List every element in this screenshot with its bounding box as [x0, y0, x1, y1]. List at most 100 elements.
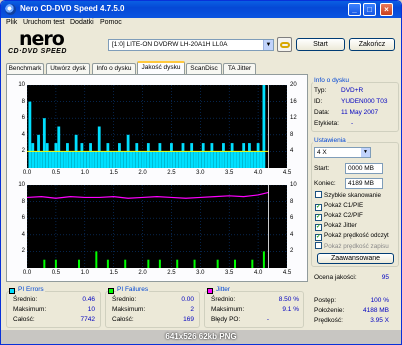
- checkbox-checked[interactable]: ✓: [315, 214, 322, 221]
- pie-bar: [86, 151, 90, 168]
- option-show-pie[interactable]: ✓ Pokaż C1/PIE: [315, 202, 363, 211]
- tab-disc-quality[interactable]: Jakość dysku: [137, 61, 185, 74]
- y2-tick-label: 2: [290, 248, 294, 255]
- start-field[interactable]: 0000 MB: [345, 163, 383, 174]
- checkbox-checked[interactable]: ✓: [315, 204, 322, 211]
- option-quick-scan[interactable]: Szybkie skanowanie: [315, 191, 381, 200]
- end-field[interactable]: 4189 MB: [345, 178, 383, 189]
- maximize-button[interactable]: □: [363, 3, 376, 16]
- chain-link-icon: [280, 42, 290, 48]
- pi-errors-legend-swatch: [9, 288, 15, 294]
- chevron-down-icon[interactable]: ▼: [361, 148, 370, 157]
- pie-bar: [164, 151, 168, 168]
- y2-tick-label: 4: [290, 148, 294, 155]
- pie-bar: [178, 151, 182, 168]
- pie-bar: [175, 151, 179, 168]
- y2-tick-label: 12: [290, 115, 297, 122]
- y2-tick-label: 16: [290, 98, 297, 105]
- pie-bar: [230, 143, 234, 168]
- pie-bar: [161, 151, 165, 168]
- pie-bar: [109, 151, 113, 168]
- y2-tick-label: 20: [290, 82, 297, 88]
- pie-total-label: Całość:: [13, 316, 35, 323]
- pie-bar: [172, 151, 176, 168]
- window-title: Nero CD-DVD Speed 4.7.5.0: [20, 4, 125, 13]
- pie-bar: [48, 151, 52, 168]
- advanced-button[interactable]: Zaawansowane: [317, 253, 394, 264]
- option-label: Szybkie skanowanie: [324, 192, 382, 199]
- y-tick-label: 6: [21, 115, 25, 122]
- pie-bar: [115, 151, 118, 168]
- pif-max-label: Maksimum:: [112, 306, 146, 313]
- drive-select[interactable]: [1:0] LITE-ON DVDRW LH-20A1H LL0A ▼: [108, 39, 274, 51]
- option-show-pif[interactable]: ✓ Pokaż C2/PIF: [315, 212, 363, 221]
- tab-benchmark[interactable]: Benchmark: [6, 63, 44, 74]
- x-tick-label: 4.5: [282, 170, 292, 176]
- start-button[interactable]: Start: [296, 38, 345, 51]
- option-show-jitter[interactable]: ✓ Pokaż Jitter: [315, 222, 357, 231]
- disc-quality-panel: 10 8 6 4 2 20 16 12 8 4 0.0 0.5 1.0 1.5 2.0 2.5 3.0 3.5 4.…: [6, 74, 308, 282]
- option-label: Pokaż C2/PIF: [324, 212, 363, 219]
- pie-bar: [66, 143, 69, 168]
- pie-bar: [181, 143, 185, 168]
- pie-bar: [40, 151, 43, 168]
- x-tick-label: 4.0: [253, 170, 263, 176]
- pi-failures-chart: [26, 184, 288, 268]
- option-show-read-speed[interactable]: ✓ Pokaż prędkość odczyt: [315, 232, 389, 241]
- pie-bar: [259, 151, 263, 168]
- menu-file[interactable]: Plik: [6, 19, 17, 26]
- position-label: Położenie:: [314, 307, 345, 314]
- tab-scandisc[interactable]: ScanDisc: [186, 63, 222, 74]
- y2-tick-label: 8: [290, 198, 294, 205]
- checkbox-checked[interactable]: ✓: [315, 234, 322, 241]
- pie-bar: [219, 151, 222, 168]
- x-tick-label: 1.5: [109, 170, 118, 176]
- tab-disc-info[interactable]: Info o dysku: [92, 63, 136, 74]
- pif-bar: [54, 259, 57, 268]
- option-show-write-speed[interactable]: Pokaż prędkość zapisu: [315, 242, 389, 251]
- pie-bar: [213, 151, 217, 168]
- pie-avg-label: Średnio:: [13, 296, 38, 303]
- pie-bar: [236, 151, 240, 168]
- app-window: Nero CD-DVD Speed 4.7.5.0 _ □ × Plik Uru…: [0, 0, 402, 345]
- checkbox[interactable]: [315, 191, 322, 198]
- chevron-down-icon[interactable]: ▼: [263, 40, 273, 50]
- x-tick-label: 4.5: [282, 270, 292, 276]
- pie-max-value: 10: [87, 306, 95, 313]
- pie-bar: [89, 143, 92, 168]
- title-bar[interactable]: Nero CD-DVD Speed 4.7.5.0 _ □ ×: [1, 1, 401, 18]
- menu-help[interactable]: Pomoc: [100, 19, 122, 26]
- drive-select-value: [1:0] LITE-ON DVDRW LH-20A1H LL0A: [112, 41, 228, 48]
- jitter-max-value: 9.1 %: [282, 306, 299, 313]
- quality-score-label: Ocena jakości:: [314, 274, 357, 281]
- jitter-title: Jitter: [215, 286, 232, 293]
- menu-run-test[interactable]: Uruchom test: [23, 19, 65, 26]
- minimize-button[interactable]: _: [348, 3, 361, 16]
- tab-create-disc[interactable]: Utwórz dysk: [46, 63, 90, 74]
- pif-bar: [147, 259, 150, 268]
- pie-bar: [170, 143, 173, 168]
- pie-bar: [250, 151, 254, 168]
- pie-bar: [54, 143, 58, 168]
- pif-avg-value: 0.00: [181, 296, 194, 303]
- speed-select[interactable]: 4 X ▼: [314, 147, 371, 158]
- pif-bar: [43, 259, 46, 268]
- disc-id-value: YUDEN000 T03: [341, 98, 388, 105]
- pie-bar: [138, 151, 142, 168]
- pie-bar: [152, 151, 156, 168]
- pie-bar: [256, 143, 260, 168]
- refresh-drive-button[interactable]: [277, 37, 292, 52]
- x-tick-label: 3.0: [196, 270, 205, 276]
- menu-extras[interactable]: Dodatki: [70, 19, 94, 26]
- exit-button[interactable]: Zakończ: [349, 38, 395, 51]
- jitter-legend-swatch: [207, 288, 213, 294]
- pie-bar: [28, 101, 32, 168]
- pie-bar: [106, 143, 110, 168]
- checkbox-checked[interactable]: ✓: [315, 224, 322, 231]
- pie-bar: [103, 151, 107, 168]
- close-window-button[interactable]: ×: [380, 3, 393, 16]
- checkbox[interactable]: [315, 242, 322, 249]
- pie-bar: [31, 143, 35, 168]
- x-tick-label: 3.0: [196, 170, 205, 176]
- tab-ta-jitter[interactable]: TA Jitter: [223, 63, 256, 74]
